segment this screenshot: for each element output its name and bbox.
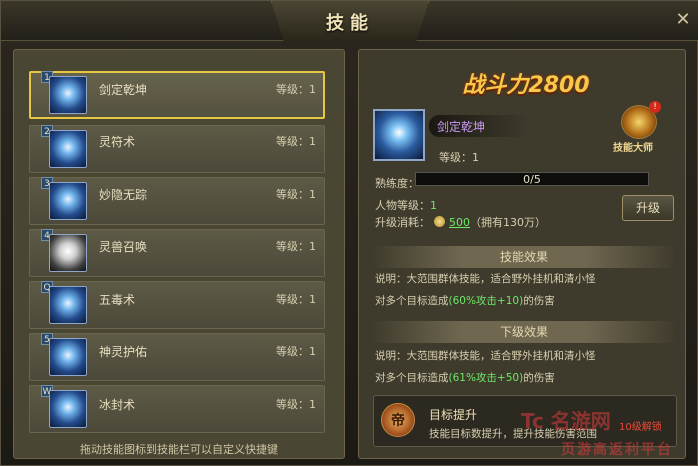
next-level-damage: 对多个目标造成(61%攻击+50)的伤害 xyxy=(375,370,555,385)
selected-skill-icon xyxy=(373,109,425,161)
skill-level: 等级：1 xyxy=(276,345,316,358)
next-level-header: 下级效果 xyxy=(371,321,677,343)
character-level-value: 1 xyxy=(430,199,437,212)
skill-name: 神灵护佑 xyxy=(99,345,148,359)
coin-icon xyxy=(434,216,445,227)
talisman-skill-icon[interactable] xyxy=(49,130,87,168)
selected-skill-level: 等级：1 xyxy=(439,151,479,164)
skill-level: 等级：1 xyxy=(276,240,316,253)
watermark-logo: Tc 名游网 xyxy=(521,409,611,433)
skill-name: 剑定乾坤 xyxy=(99,83,148,97)
poison-skill-icon[interactable] xyxy=(49,286,87,324)
skill-name: 冰封术 xyxy=(99,398,136,412)
skill-effect-header: 技能效果 xyxy=(371,246,677,268)
proficiency-value: 0/5 xyxy=(523,173,541,186)
proficiency-label: 熟练度： xyxy=(375,177,419,190)
unlock-level: 10级解锁 xyxy=(619,422,662,433)
combat-power: 战斗力2800 xyxy=(462,73,590,98)
skill-name: 灵兽召唤 xyxy=(99,240,148,254)
skill-level: 等级：1 xyxy=(276,188,316,201)
ice-skill-icon[interactable] xyxy=(49,390,87,428)
skill-name: 灵符术 xyxy=(99,135,136,149)
emperor-icon: 帝 xyxy=(381,403,415,437)
damage-formula: (60%攻击+10) xyxy=(448,295,524,307)
skill-level: 等级：1 xyxy=(276,398,316,411)
watermark-tagline: 页游高返利平台 xyxy=(561,442,673,458)
skill-level: 等级：1 xyxy=(276,135,316,148)
footer-note: 拖动技能图标到技能栏可以自定义快捷键 xyxy=(80,443,278,456)
guardian-skill-icon[interactable] xyxy=(49,338,87,376)
skill-effect-desc: 说明：大范围群体技能，适合野外挂机和清小怪 xyxy=(375,273,596,285)
target-upgrade-title: 目标提升 xyxy=(429,408,478,422)
damage-suffix: 的伤害 xyxy=(523,295,555,307)
upgrade-cost-label: 升级消耗： xyxy=(375,216,430,229)
sword-skill-icon[interactable] xyxy=(49,76,87,114)
upgrade-button[interactable]: 升级 xyxy=(622,195,674,221)
stealth-skill-icon[interactable] xyxy=(49,182,87,220)
character-level-label: 人物等级： xyxy=(375,199,430,212)
damage-prefix: 对多个目标造成 xyxy=(375,372,449,384)
window-title: 技能 xyxy=(326,13,374,34)
owned-amount: （拥有130万） xyxy=(470,216,546,229)
skill-level: 等级：1 xyxy=(276,83,316,96)
damage-formula: (61%攻击+50) xyxy=(448,372,524,384)
close-button[interactable]: ✕ xyxy=(674,11,692,29)
damage-prefix: 对多个目标造成 xyxy=(375,295,449,307)
skill-level: 等级：1 xyxy=(276,293,316,306)
upgrade-cost-value: 500 xyxy=(449,216,470,229)
skill-effect-damage: 对多个目标造成(60%攻击+10)的伤害 xyxy=(375,293,555,308)
damage-suffix: 的伤害 xyxy=(523,372,555,384)
next-level-desc: 说明：大范围群体技能，适合野外挂机和清小怪 xyxy=(375,350,596,362)
skill-name: 五毒术 xyxy=(99,293,136,307)
skill-window: 技能 ✕ 1 剑定乾坤 等级：1 2 灵符术 等级：1 3 妙隐无踪 等级：1 … xyxy=(0,0,698,466)
character-level: 人物等级：1 xyxy=(375,197,437,213)
skill-master-label: 技能大师 xyxy=(613,143,653,154)
selected-skill-name: 剑定乾坤 xyxy=(437,120,486,134)
upgrade-cost: 升级消耗： 500（拥有130万） xyxy=(375,214,546,230)
panda-summon-icon[interactable] xyxy=(49,234,87,272)
skill-name: 妙隐无踪 xyxy=(99,188,148,202)
alert-badge: ! xyxy=(649,101,661,113)
